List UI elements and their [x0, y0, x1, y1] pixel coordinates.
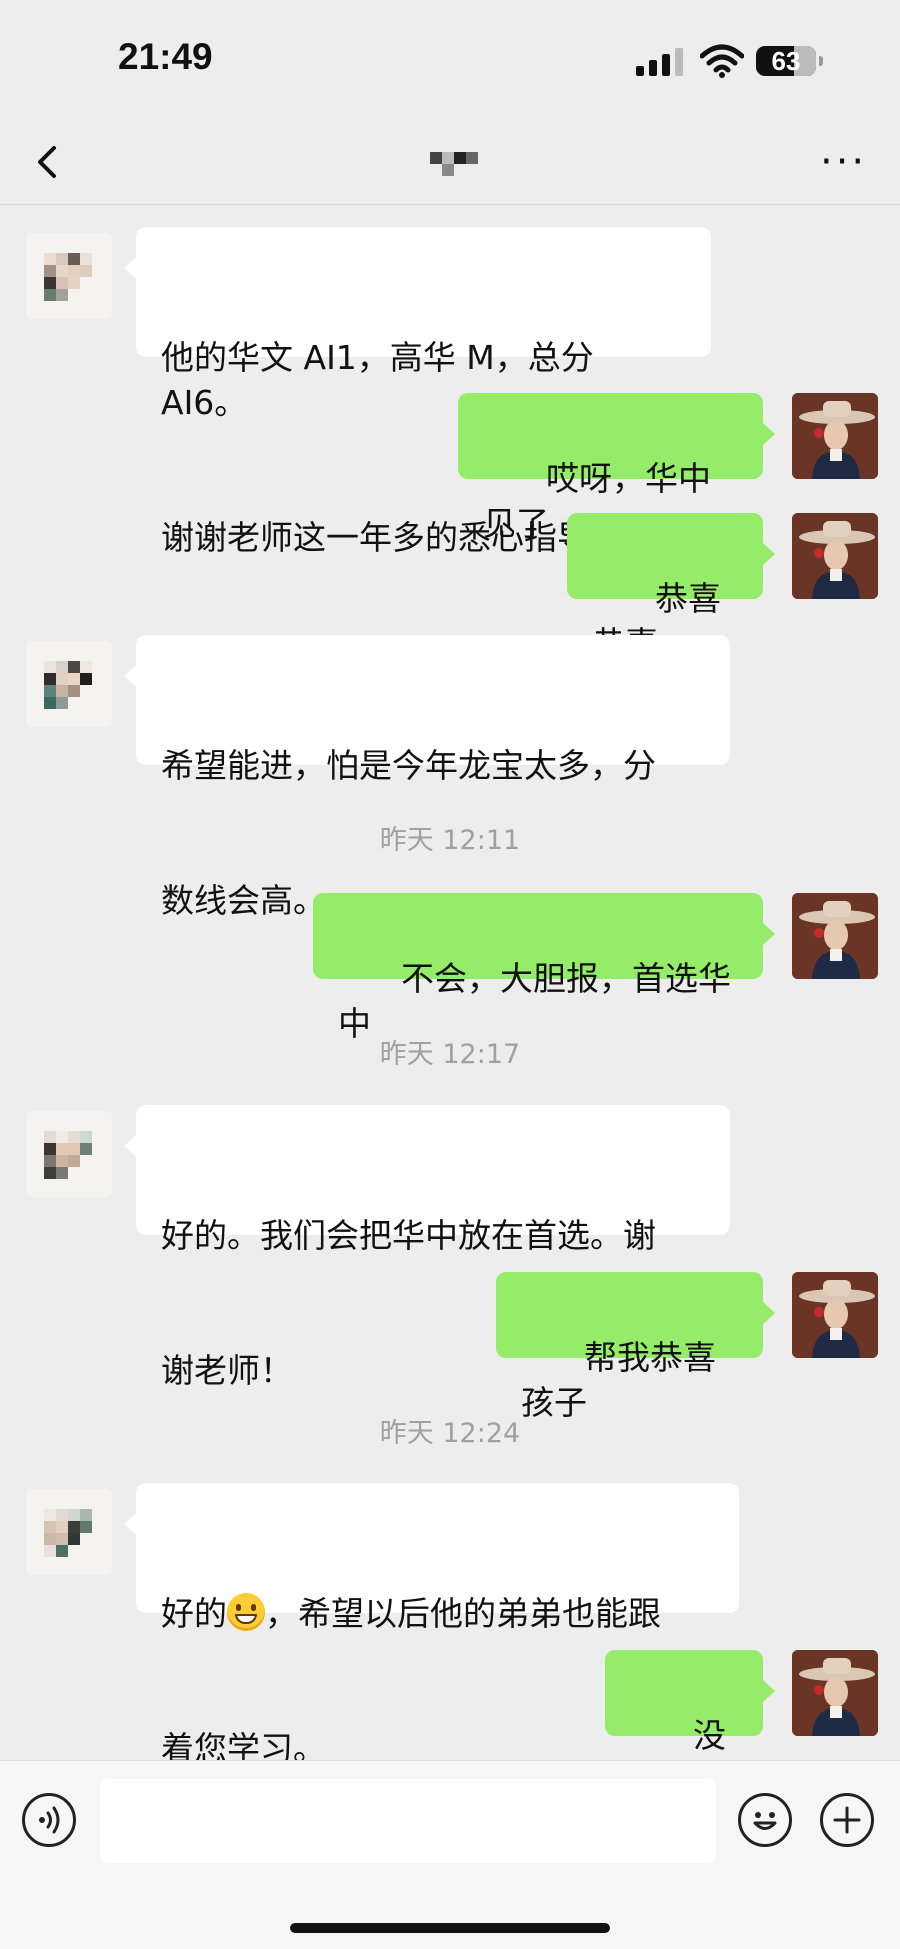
message-text-line: 好的。我们会把华中放在首选。谢 [161, 1216, 656, 1255]
status-time: 21:49 [118, 36, 213, 77]
message-text-line: 希望能进，怕是今年龙宝太多，分 [161, 746, 656, 785]
message-text: 好的 [161, 1594, 227, 1633]
timestamp: 昨天 12:24 [379, 1418, 521, 1449]
signal-icon [636, 48, 686, 76]
contact-avatar[interactable] [26, 1111, 112, 1197]
message-list: 他的华文 AI1，高华 M，总分 AI6。 谢谢老师这一年多的悉心指导 哎呀，华… [0, 205, 900, 1800]
cowboy-hat-portrait-icon [792, 893, 878, 979]
more-options-icon[interactable]: ··· [820, 142, 870, 182]
user-avatar[interactable] [792, 893, 878, 979]
emoji-icon[interactable] [738, 1793, 792, 1847]
cowboy-hat-portrait-icon [792, 1272, 878, 1358]
user-avatar[interactable] [792, 393, 878, 479]
message-text-line: 好的 ，希望以后他的弟弟也能跟 [161, 1591, 714, 1636]
voice-icon[interactable] [22, 1793, 76, 1847]
sent-message-bubble[interactable]: 不会，大胆报，首选华中 [313, 893, 775, 1043]
contact-avatar[interactable] [26, 641, 112, 727]
received-message-bubble[interactable]: 他的华文 AI1，高华 M，总分 AI6。 谢谢老师这一年多的悉心指导 [124, 227, 711, 557]
cowboy-hat-portrait-icon [792, 513, 878, 599]
sent-message-bubble[interactable]: 恭喜恭喜 [567, 513, 775, 663]
message-text: ，希望以后他的弟弟也能跟 [265, 1594, 661, 1633]
message-input[interactable] [100, 1779, 716, 1863]
sent-message-bubble[interactable]: 哎呀，华中见了 [458, 393, 775, 543]
contact-avatar[interactable] [26, 233, 112, 319]
voice-waves-icon [39, 1806, 60, 1834]
received-message-bubble[interactable]: 希望能进，怕是今年龙宝太多，分 数线会高。 [124, 635, 730, 920]
chat-header: ··· [0, 120, 900, 205]
received-message-bubble[interactable]: 好的。我们会把华中放在首选。谢 谢老师！ [124, 1105, 730, 1390]
cowboy-hat-portrait-icon [792, 1650, 878, 1736]
plus-icon[interactable] [820, 1793, 874, 1847]
smiling-face-icon [227, 1593, 265, 1631]
user-avatar[interactable] [792, 1650, 878, 1736]
smiley-face-icon [753, 1812, 777, 1830]
chat-title-pixelated [430, 152, 490, 182]
received-message-bubble[interactable]: 好的 ，希望以后他的弟弟也能跟 着您学习。 [124, 1483, 739, 1768]
timestamp: 昨天 12:11 [379, 825, 521, 856]
user-avatar[interactable] [792, 513, 878, 599]
battery-icon: 63 [756, 46, 823, 76]
chevron-left-icon[interactable] [26, 138, 74, 186]
contact-avatar[interactable] [26, 1489, 112, 1575]
timestamp: 昨天 12:17 [379, 1039, 521, 1070]
home-indicator[interactable] [290, 1923, 610, 1933]
battery-level: 63 [771, 46, 801, 76]
plus-sign-icon [833, 1806, 861, 1834]
cowboy-hat-portrait-icon [792, 393, 878, 479]
sent-message-bubble[interactable]: 帮我恭喜孩子 [496, 1272, 775, 1422]
wifi-icon [700, 44, 744, 78]
status-bar: 21:49 63 [0, 0, 900, 120]
user-avatar[interactable] [792, 1272, 878, 1358]
sent-message-bubble[interactable]: 没问题 [605, 1650, 775, 1800]
input-bar [0, 1760, 900, 1949]
